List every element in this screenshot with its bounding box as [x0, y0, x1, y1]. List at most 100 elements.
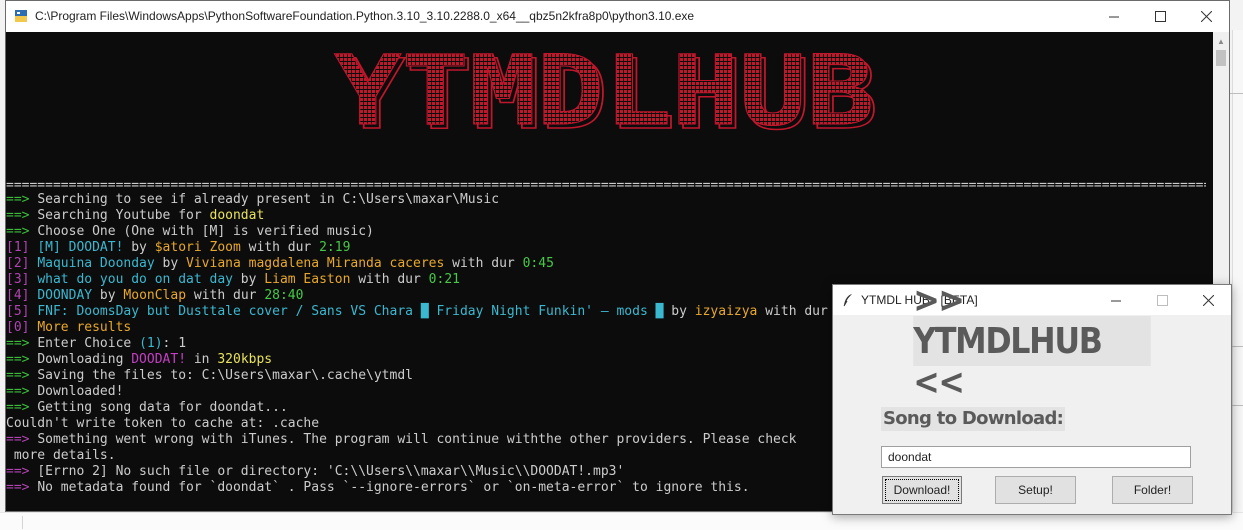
setup-button[interactable]: Setup! [995, 476, 1076, 504]
scrollbar-thumb[interactable] [1216, 50, 1226, 66]
console-text-segment: $atori Zoom [154, 240, 241, 255]
console-line: ==> Enter Choice (1): 1 [6, 336, 836, 352]
console-line: ==> No metadata found for `doondat` . Pa… [6, 480, 836, 496]
console-text-segment: ==> [6, 368, 38, 383]
console-text-segment: Liam Easton [264, 272, 351, 287]
console-line: more details. [6, 448, 836, 464]
console-text-segment: MoonClap [123, 288, 187, 303]
console-text-segment: with dur [757, 304, 836, 319]
console-text-segment: Downloading [37, 352, 132, 367]
console-text-segment: with dur [240, 240, 320, 255]
console-text-segment: ==> [6, 192, 38, 207]
console-line: ==> [Errno 2] No such file or directory:… [6, 464, 836, 480]
console-text-segment: : 1 [162, 336, 187, 351]
banner-text: YTMDLHUB [334, 46, 874, 138]
console-text-segment: Searching Youtube for [37, 208, 210, 223]
console-text-segment: Couldn't write token to cache at: .cache [6, 416, 320, 431]
maximize-icon [1154, 11, 1166, 22]
console-text-segment: [3] [6, 272, 38, 287]
console-text-segment: 0:45 [522, 256, 554, 271]
console-text-segment: 28:40 [264, 288, 304, 303]
song-input[interactable] [881, 446, 1191, 468]
console-text-segment: DOONDAY [37, 288, 93, 303]
console-line: ==> Downloading DOODAT! in 320kbps [6, 352, 836, 368]
console-title: C:\Program Files\WindowsApps\PythonSoftw… [35, 9, 695, 23]
console-text-segment: More results [37, 320, 132, 335]
close-icon [1202, 294, 1214, 306]
console-text-segment: Maquina Doonday [37, 256, 155, 271]
console-text-segment: 320kbps [217, 352, 273, 367]
console-text-segment: ==> [6, 400, 38, 415]
console-text-segment: by [663, 304, 695, 319]
console-text-segment: izyaizya [694, 304, 758, 319]
console-text-segment: (1) [139, 336, 163, 351]
console-text-segment: 2:19 [319, 240, 351, 255]
console-text-segment: FNF: DoomsDay but Dusttale cover / Sans … [37, 304, 664, 319]
separator-rule: ========================================… [6, 179, 1206, 193]
console-text-segment: ==> [6, 336, 38, 351]
console-text-segment: by [154, 256, 187, 271]
maximize-icon [1156, 294, 1168, 306]
dialog-close-button[interactable] [1185, 285, 1231, 315]
console-line: ==> Searching Youtube for doondat [6, 208, 836, 224]
console-text-segment: ==> [6, 224, 38, 239]
background-window-edge [1232, 30, 1243, 529]
console-text-segment: more details. [6, 448, 116, 463]
console-line: [4] DOONDAY by MoonClap with dur 28:40 [6, 288, 836, 304]
console-text-segment: [0] [6, 320, 38, 335]
console-text-segment: Enter Choice [37, 336, 140, 351]
feather-icon [843, 294, 852, 307]
ytmdl-hub-dialog: YTMDL HUB - [BETA] >> YTMDLHUB << Song t… [832, 280, 1232, 515]
close-button[interactable] [1183, 1, 1229, 32]
console-text-segment: [4] [6, 288, 38, 303]
console-line: ==> Downloaded! [6, 384, 836, 400]
console-text-segment: with dur [350, 272, 429, 287]
console-text-segment: doondat [209, 208, 265, 223]
console-titlebar[interactable]: C:\Program Files\WindowsApps\PythonSoftw… [6, 1, 1229, 32]
console-line: [5] FNF: DoomsDay but Dusttale cover / S… [6, 304, 836, 320]
console-line: [2] Maquina Doonday by Viviana magdalena… [6, 256, 836, 272]
console-lines: ==> Searching to see if already present … [6, 192, 836, 496]
console-text-segment: Searching to see if already present in C… [37, 192, 500, 207]
console-text-segment: by [92, 288, 124, 303]
console-text-segment: ==> [6, 208, 38, 223]
console-text-segment: with dur [186, 288, 265, 303]
console-text-segment: in [186, 352, 218, 367]
download-button[interactable]: Download! [882, 476, 962, 504]
console-line: [3] what do you do on dat day by Liam Ea… [6, 272, 836, 288]
console-text-segment: Getting song data for doondat... [37, 400, 288, 415]
console-text-segment: by [232, 272, 265, 287]
background-divider [1228, 93, 1243, 94]
console-text-segment: ==> [6, 384, 38, 399]
console-line: ==> Getting song data for doondat... [6, 400, 836, 416]
console-text-segment: [Errno 2] No such file or directory: 'C:… [37, 464, 625, 479]
console-text-segment: by [123, 240, 155, 255]
console-text-segment: with dur [444, 256, 523, 271]
console-text-segment: No metadata found for `doondat` . Pass `… [37, 480, 750, 495]
python-icon [15, 10, 27, 22]
background-divider [22, 516, 23, 529]
console-text-segment: Downloaded! [37, 384, 124, 399]
console-text-segment: [2] [6, 256, 38, 271]
console-text-segment: Viviana magdalena Miranda caceres [186, 256, 445, 271]
console-text-segment: [5] [6, 304, 38, 319]
console-line: ==> Searching to see if already present … [6, 192, 836, 208]
console-text-segment: [M] DOODAT! [37, 240, 124, 255]
maximize-button[interactable] [1137, 1, 1183, 32]
console-line: ==> Something went wrong with iTunes. Th… [6, 432, 836, 448]
close-icon [1200, 11, 1212, 22]
console-line: [0] More results [6, 320, 836, 336]
minimize-icon [1108, 16, 1119, 18]
console-line: Couldn't write token to cache at: .cache [6, 416, 836, 432]
console-text-segment: DOODAT! [131, 352, 187, 367]
scroll-up-icon[interactable]: ▲ [1213, 34, 1229, 48]
console-line: ==> Saving the files to: C:\Users\maxar\… [6, 368, 836, 384]
console-text-segment: Saving the files to: C:\Users\maxar\.cac… [37, 368, 413, 383]
console-text-segment: ==> [6, 464, 38, 479]
console-text-segment: [1] [6, 240, 38, 255]
minimize-button[interactable] [1091, 1, 1137, 32]
folder-button[interactable]: Folder! [1112, 476, 1193, 504]
console-text-segment: ==> [6, 432, 38, 447]
console-text-segment: Choose One (One with [M] is verified mus… [37, 224, 374, 239]
ytmdlhub-banner: YTMDLHUB YTMDLHUB [334, 46, 879, 138]
